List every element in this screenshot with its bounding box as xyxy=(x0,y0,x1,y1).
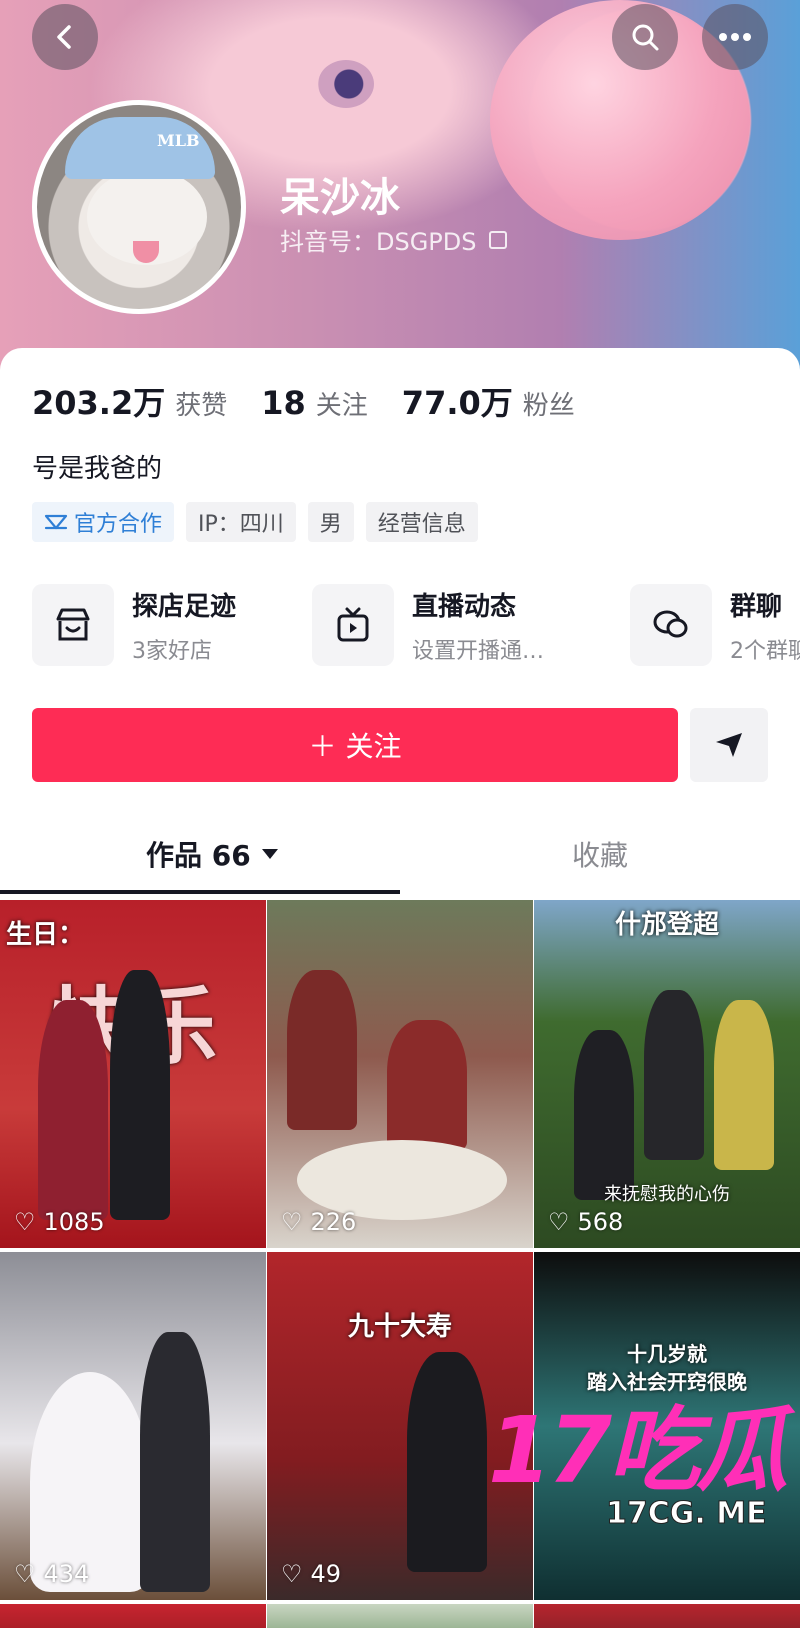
person-figure xyxy=(140,1332,210,1592)
like-count: ♡ 434 xyxy=(14,1560,89,1588)
like-count: ♡ 226 xyxy=(281,1208,356,1236)
like-count: ♡ 49 xyxy=(281,1560,341,1588)
tag-label: 男 xyxy=(319,512,342,537)
follow-button[interactable]: ＋ 关注 xyxy=(32,708,678,782)
person-figure xyxy=(714,1000,774,1170)
video-tile[interactable] xyxy=(0,1604,266,1628)
service-subtitle: 2个群聊 xyxy=(730,638,800,664)
video-tile[interactable]: 生日： 快乐 ♡1085 xyxy=(0,900,266,1248)
services-row: 探店足迹 3家好店 直播动态 设置开播通… 群聊 2个群聊 xyxy=(32,584,800,668)
service-group-chat[interactable]: 群聊 2个群聊 xyxy=(630,584,800,666)
service-subtitle: 设置开播通… xyxy=(412,638,545,664)
video-tile[interactable]: ♡ 226 xyxy=(267,900,533,1248)
douyin-id-row[interactable]: 抖音号：DSGPDS xyxy=(280,222,507,257)
heart-icon: ♡ xyxy=(548,1208,570,1236)
tab-works[interactable]: 作品 66 xyxy=(146,834,279,874)
search-icon xyxy=(632,24,659,51)
video-caption: 十几岁就 xyxy=(627,1342,707,1366)
stat-label: 获赞 xyxy=(175,391,228,421)
caret-down-icon[interactable] xyxy=(261,848,279,860)
stat-followers[interactable]: 77.0万 粉丝 xyxy=(402,378,575,424)
video-tile[interactable] xyxy=(534,1604,800,1628)
more-dots-icon xyxy=(719,33,751,41)
tab-works-label: 作品 66 xyxy=(146,839,251,872)
content-tabs: 作品 66 收藏 xyxy=(0,826,800,906)
service-title: 探店足迹 xyxy=(132,591,237,622)
like-count: ♡ 568 xyxy=(548,1208,623,1236)
tag-label: 经营信息 xyxy=(377,512,466,537)
service-title: 直播动态 xyxy=(412,591,517,622)
tag-ip: IP：四川 xyxy=(186,502,296,542)
like-number: 226 xyxy=(310,1208,357,1236)
heart-icon: ♡ xyxy=(281,1208,303,1236)
video-tile[interactable]: 什邡登超 来抚慰我的心伤 ♡ 568 xyxy=(534,900,800,1248)
stat-number: 77.0万 xyxy=(401,384,513,422)
tag-gender: 男 xyxy=(307,502,354,542)
service-title: 群聊 xyxy=(730,591,783,622)
heart-icon: ♡ xyxy=(281,1560,303,1588)
watermark-logo: 17吃瓜 17CG. ME xyxy=(488,1376,788,1536)
tag-label: 官方合作 xyxy=(74,512,163,537)
stat-label: 关注 xyxy=(315,391,368,421)
avatar[interactable]: MLB xyxy=(32,100,246,314)
person-figure xyxy=(30,1372,150,1592)
chat-icon xyxy=(630,584,712,666)
stat-number: 203.2万 xyxy=(32,384,166,422)
tv-icon xyxy=(312,584,394,666)
follow-label: ＋ 关注 xyxy=(308,730,402,763)
video-tile[interactable]: ♡ 434 xyxy=(0,1252,266,1600)
official-cooperation-icon xyxy=(44,514,68,530)
avatar-cap-text: MLB xyxy=(157,131,200,150)
more-button[interactable] xyxy=(702,4,768,70)
like-number: 49 xyxy=(310,1560,342,1588)
share-button[interactable] xyxy=(690,708,768,782)
nickname: 呆沙冰 xyxy=(280,175,400,221)
heart-icon: ♡ xyxy=(14,1208,36,1236)
service-shop-visits[interactable]: 探店足迹 3家好店 xyxy=(32,584,236,666)
like-number: 568 xyxy=(577,1208,624,1236)
profile-banner: MLB 呆沙冰 抖音号：DSGPDS xyxy=(0,0,800,370)
back-button[interactable] xyxy=(32,4,98,70)
service-live[interactable]: 直播动态 设置开播通… xyxy=(312,584,544,666)
tag-row: 官方合作 IP：四川 男 经营信息 xyxy=(32,502,478,542)
search-button[interactable] xyxy=(612,4,678,70)
shop-icon xyxy=(32,584,114,666)
send-icon xyxy=(716,733,742,757)
person-figure xyxy=(644,990,704,1160)
tab-favorites[interactable]: 收藏 xyxy=(572,834,628,874)
person-figure xyxy=(38,1000,108,1220)
bio-text: 号是我爸的 xyxy=(32,454,163,484)
person-figure xyxy=(110,970,170,1220)
watermark-big: 17吃瓜 xyxy=(488,1397,788,1504)
stat-label: 粉丝 xyxy=(522,391,575,421)
douyin-id: 抖音号：DSGPDS xyxy=(280,228,477,256)
copy-icon[interactable] xyxy=(488,230,507,249)
video-caption: 九十大寿 xyxy=(347,1312,452,1342)
stats-row: 203.2万 获赞 18 关注 77.0万 粉丝 xyxy=(32,378,575,424)
stat-number: 18 xyxy=(261,384,306,422)
video-caption: 来抚慰我的心伤 xyxy=(604,1184,730,1205)
chevron-left-icon xyxy=(57,25,71,49)
stat-likes[interactable]: 203.2万 获赞 xyxy=(32,378,227,424)
like-count: ♡ 1085 xyxy=(14,1208,105,1236)
video-caption: 什邡登超 xyxy=(614,910,719,940)
service-subtitle: 3家好店 xyxy=(132,638,212,664)
like-number: 1085 xyxy=(43,1208,105,1236)
person-figure xyxy=(387,1020,467,1150)
tag-business-info[interactable]: 经营信息 xyxy=(365,502,478,542)
tag-label: IP：四川 xyxy=(198,512,284,537)
person-figure xyxy=(407,1352,487,1572)
like-number: 434 xyxy=(43,1560,90,1588)
heart-icon: ♡ xyxy=(14,1560,36,1588)
tab-active-indicator xyxy=(0,890,400,894)
person-figure xyxy=(287,970,357,1130)
watermark-small: 17CG. ME xyxy=(606,1496,768,1532)
stat-following[interactable]: 18 关注 xyxy=(261,384,368,422)
banner-eye xyxy=(318,60,374,108)
person-figure xyxy=(574,1030,634,1200)
tag-official-cooperation[interactable]: 官方合作 xyxy=(32,502,175,542)
video-tile[interactable] xyxy=(267,1604,533,1628)
video-caption: 生日： xyxy=(6,920,85,950)
